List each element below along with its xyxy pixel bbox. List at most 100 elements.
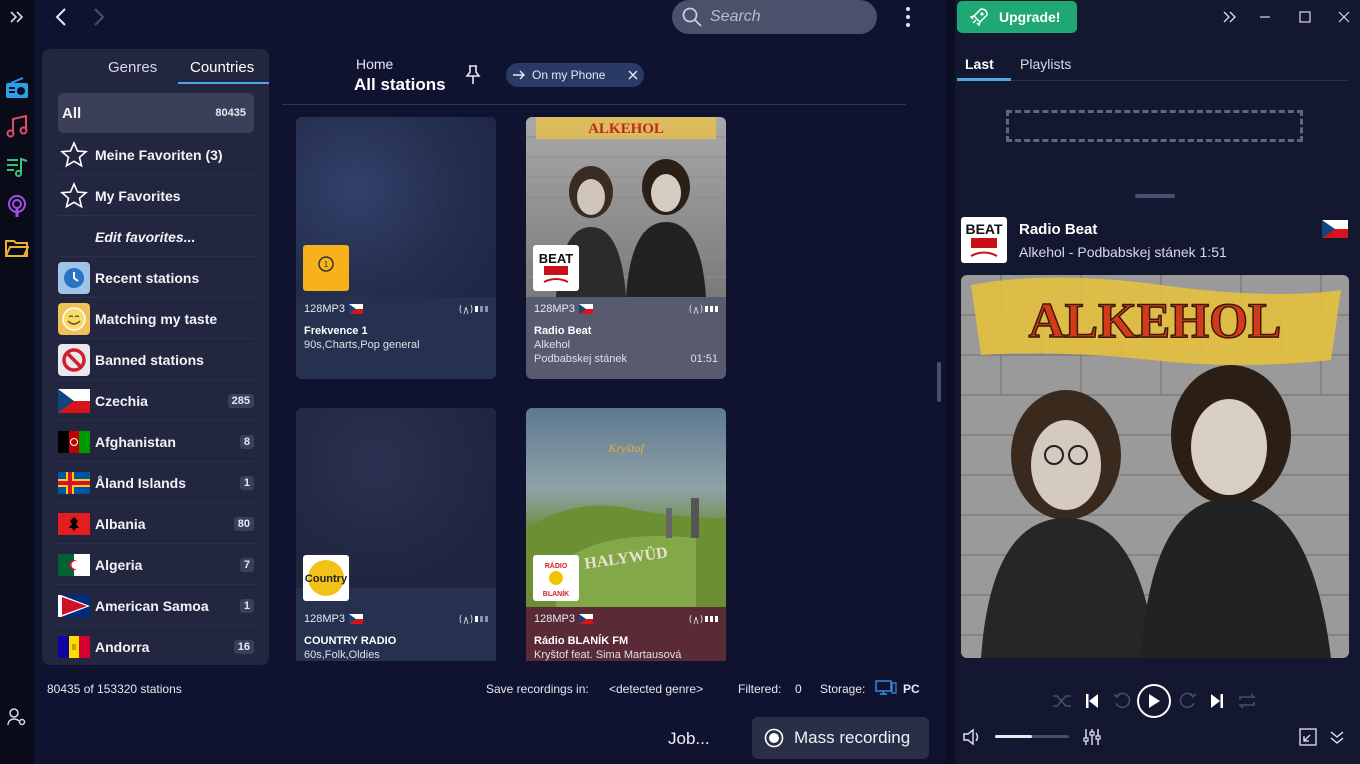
pin-icon[interactable] <box>464 64 482 86</box>
station-count: 1 <box>239 475 254 490</box>
minimize-icon[interactable] <box>1256 8 1274 26</box>
station-count: 7 <box>239 557 254 572</box>
playlist-icon[interactable] <box>3 153 31 181</box>
sidebar-item-label: My Favorites <box>95 187 181 204</box>
svg-text:BLANÍK: BLANÍK <box>543 589 569 598</box>
sidebar-item-american-samoa[interactable]: American Samoa 1 <box>58 586 254 626</box>
mass-recording-label: Mass recording <box>794 728 911 747</box>
sidebar-item-albania[interactable]: Albania 80 <box>58 504 254 544</box>
repeat-icon[interactable] <box>1236 690 1258 712</box>
svg-text:Kryštof: Kryštof <box>607 441 645 455</box>
next-track-icon[interactable] <box>1206 690 1228 712</box>
close-icon[interactable] <box>628 70 638 80</box>
sidebar-item-all[interactable]: All 80435 <box>58 93 254 133</box>
collapse-player-icon[interactable] <box>1326 726 1348 748</box>
music-icon[interactable] <box>3 113 31 141</box>
previous-track-icon[interactable] <box>1081 690 1103 712</box>
shuffle-icon[interactable] <box>1051 690 1073 712</box>
station-card[interactable]: Country 128MP3 COUNTRY RADIO 60s,Folk,Ol… <box>296 408 496 661</box>
breadcrumb-home[interactable]: Home <box>356 56 393 72</box>
grid-scrollbar[interactable] <box>937 362 941 402</box>
sidebar-item-afghanistan[interactable]: Afghanistan 8 <box>58 422 254 462</box>
station-name: Rádio BLANÍK FM <box>534 635 629 647</box>
station-logo: Country <box>303 555 349 601</box>
rewind-icon[interactable] <box>1111 690 1133 712</box>
sidebar-item-label: Algeria <box>95 556 143 573</box>
volume-slider[interactable] <box>995 735 1069 738</box>
station-card[interactable]: HALYWÜD Kryštof RÁDIO BLANÍK 128MP3 Rádio… <box>526 408 726 661</box>
sidebar-item-meine-favoriten[interactable]: Meine Favoriten (3) <box>58 135 254 175</box>
back-button[interactable] <box>48 4 74 30</box>
station-card[interactable]: ALKEHOL BEAT 128MP3 Radio Beat Alkehol P… <box>526 117 726 379</box>
sidebar-item-andorra[interactable]: Andorra 16 <box>58 627 254 665</box>
tab-countries[interactable]: Countries <box>190 59 254 76</box>
sidebar-item-banned-stations[interactable]: Banned stations <box>58 340 254 380</box>
aland-flag-icon <box>58 467 90 499</box>
station-logo: BEAT <box>533 245 579 291</box>
podcast-icon[interactable] <box>3 193 31 221</box>
american-samoa-flag-icon <box>58 590 90 622</box>
upgrade-button[interactable]: Upgrade! <box>957 1 1077 33</box>
filter-chip[interactable]: On my Phone <box>506 63 644 87</box>
search-icon <box>682 7 702 27</box>
filter-chip-label: On my Phone <box>532 68 606 82</box>
search-input[interactable] <box>710 8 870 26</box>
job-button[interactable]: Job... <box>668 729 710 749</box>
save-recordings-label: Save recordings in: <box>486 682 589 696</box>
sidebar-item-matching-taste[interactable]: Matching my taste <box>58 299 254 339</box>
sidebar-item-czechia[interactable]: Czechia 285 <box>58 381 254 421</box>
station-name: Radio Beat <box>534 325 592 337</box>
upgrade-label: Upgrade! <box>999 9 1061 25</box>
sidebar-item-aland-islands[interactable]: Åland Islands 1 <box>58 463 254 503</box>
tab-playlists[interactable]: Playlists <box>1020 56 1071 72</box>
station-count: 16 <box>233 639 254 654</box>
equalizer-icon[interactable] <box>1081 726 1103 748</box>
volume-icon[interactable] <box>961 726 983 748</box>
folder-icon[interactable] <box>3 234 31 262</box>
station-card[interactable]: 1 128MP3 Frekvence 1 90s,Charts,Pop gene… <box>296 117 496 379</box>
collapse-panel-icon[interactable] <box>1221 8 1239 26</box>
more-menu-button[interactable] <box>898 4 918 30</box>
sidebar-item-my-favorites[interactable]: My Favorites <box>58 176 254 216</box>
close-window-icon[interactable] <box>1335 8 1353 26</box>
account-settings-icon[interactable] <box>3 703 31 731</box>
storage-device-icon[interactable] <box>875 680 897 699</box>
radio-icon[interactable] <box>3 74 31 102</box>
ban-icon <box>58 343 90 376</box>
mini-player-icon[interactable] <box>1297 726 1319 748</box>
station-logo: RÁDIO BLANÍK <box>533 555 579 601</box>
drop-zone[interactable] <box>1006 110 1303 142</box>
afghanistan-flag-icon <box>58 426 90 458</box>
tab-genres[interactable]: Genres <box>108 59 157 76</box>
station-count-text: 80435 of 153320 stations <box>47 682 182 696</box>
fast-forward-icon[interactable] <box>1177 690 1199 712</box>
station-genres: 90s,Charts,Pop general <box>304 339 420 351</box>
player-panel: Upgrade! Last Playlists BEAT Radio Beat … <box>955 0 1360 764</box>
expand-sidebar-icon[interactable] <box>3 3 31 31</box>
maximize-icon[interactable] <box>1296 8 1314 26</box>
sidebar-item-edit-favorites[interactable]: Edit favorites... <box>58 217 254 257</box>
algeria-flag-icon <box>58 549 90 581</box>
storage-value[interactable]: PC <box>903 682 920 696</box>
star-icon <box>58 180 90 212</box>
station-logo: 1 <box>303 245 349 291</box>
svg-text:1: 1 <box>324 260 329 269</box>
sidebar-item-recent-stations[interactable]: Recent stations <box>58 258 254 298</box>
main-area: Genres Countries All 80435 Meine Favorit… <box>34 0 946 764</box>
play-button[interactable] <box>1137 684 1171 718</box>
header-divider <box>282 104 906 105</box>
resize-handle[interactable] <box>1135 194 1175 198</box>
sidebar-item-algeria[interactable]: Algeria 7 <box>58 545 254 585</box>
search-box[interactable] <box>672 0 877 34</box>
sidebar-item-label: Afghanistan <box>95 433 176 450</box>
tab-last[interactable]: Last <box>965 56 994 72</box>
category-sidebar: Genres Countries All 80435 Meine Favorit… <box>42 49 269 665</box>
storage-label: Storage: <box>820 682 866 696</box>
mass-recording-button[interactable]: Mass recording <box>752 717 929 759</box>
station-artist: Kryštof feat. Sima Martausová <box>534 649 682 661</box>
save-recordings-value[interactable]: <detected genre> <box>609 682 703 696</box>
rocket-icon <box>969 8 988 27</box>
clock-icon <box>58 261 90 294</box>
svg-text:Country: Country <box>305 573 348 585</box>
forward-button[interactable] <box>86 4 112 30</box>
